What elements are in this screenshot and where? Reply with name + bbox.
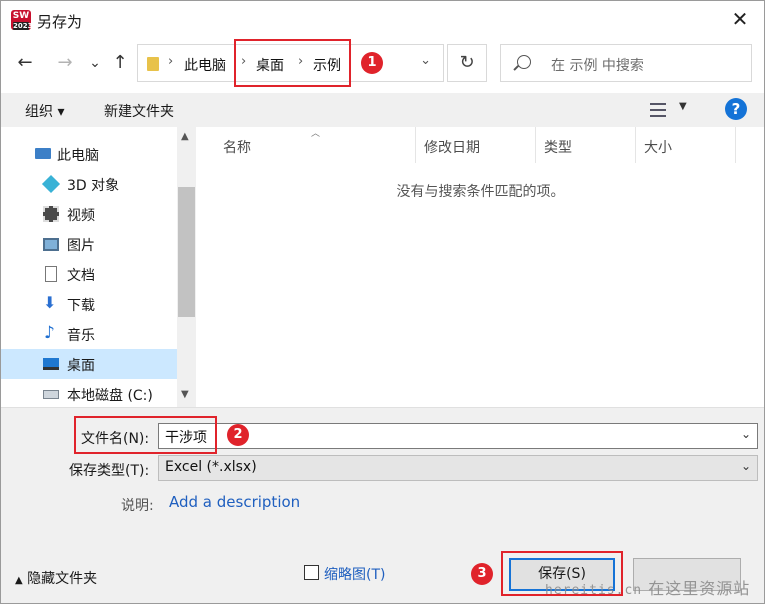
column-header-type[interactable]: 类型 bbox=[536, 127, 636, 163]
chevron-down-icon[interactable]: ⌄ bbox=[420, 53, 431, 68]
back-button[interactable]: ← bbox=[13, 51, 37, 75]
annotation-marker-1: 1 bbox=[361, 52, 383, 74]
thumbnail-label[interactable]: 缩略图(T) bbox=[324, 564, 385, 584]
drive-icon bbox=[43, 390, 59, 399]
sidebar-item-pictures[interactable]: 图片 bbox=[1, 229, 177, 259]
sidebar-item-label: 此电脑 bbox=[57, 148, 99, 164]
sidebar-item-label: 本地磁盘 (C:) bbox=[67, 388, 153, 404]
solidworks-logo-icon: SW 2023 bbox=[11, 10, 33, 30]
video-icon bbox=[43, 206, 59, 222]
thumbnail-checkbox[interactable] bbox=[304, 565, 319, 580]
column-label: 大小 bbox=[644, 140, 672, 156]
search-placeholder: 在 示例 中搜索 bbox=[551, 58, 644, 74]
scroll-up-icon[interactable]: ▲ bbox=[181, 131, 189, 142]
watermark: hereitis.cn 在这里资源站 bbox=[545, 579, 751, 598]
hide-folders-button[interactable]: ▲ 隐藏文件夹 bbox=[15, 568, 97, 588]
sidebar-item-documents[interactable]: 文档 bbox=[1, 259, 177, 289]
empty-message: 没有与搜索条件匹配的项。 bbox=[396, 184, 565, 200]
download-icon: ⬇ bbox=[43, 293, 57, 312]
breadcrumb-separator: › bbox=[168, 54, 174, 69]
file-list: ︿ 名称 修改日期 类型 大小 没有与搜索条件匹配的项。 bbox=[197, 127, 764, 407]
save-as-dialog: SW 2023 另存为 ✕ ← → ⌄ ↑ › 此电脑 › 桌面 › 示例 ⌄ ↻… bbox=[0, 0, 765, 604]
scrollbar-thumb[interactable] bbox=[178, 187, 195, 317]
sort-ascending-icon: ︿ bbox=[311, 129, 321, 139]
refresh-button[interactable]: ↻ bbox=[447, 44, 487, 82]
pc-icon bbox=[35, 148, 51, 159]
sidebar-scrollbar[interactable]: ▲ ▼ bbox=[177, 127, 196, 407]
view-options-icon[interactable] bbox=[650, 103, 666, 117]
annotation-box-path bbox=[234, 39, 351, 87]
sidebar-item-downloads[interactable]: ⬇ 下载 bbox=[1, 289, 177, 319]
sidebar-item-label: 视频 bbox=[67, 208, 95, 224]
chevron-down-icon[interactable]: ⌄ bbox=[741, 427, 751, 441]
sidebar-item-videos[interactable]: 视频 bbox=[1, 199, 177, 229]
column-header-modified[interactable]: 修改日期 bbox=[416, 127, 536, 163]
forward-button[interactable]: → bbox=[53, 51, 77, 75]
sidebar-item-label: 音乐 bbox=[67, 328, 95, 344]
sidebar-item-label: 文档 bbox=[67, 268, 95, 284]
annotation-box-filename bbox=[74, 416, 217, 454]
desktop-icon bbox=[43, 358, 59, 370]
add-description-link[interactable]: Add a description bbox=[169, 493, 300, 511]
document-icon bbox=[45, 266, 57, 282]
sidebar-item-local-disk[interactable]: 本地磁盘 (C:) bbox=[1, 379, 177, 409]
sidebar-item-label: 下载 bbox=[67, 298, 95, 314]
chevron-up-icon: ▲ bbox=[15, 575, 23, 586]
sidebar-item-label: 图片 bbox=[67, 238, 95, 254]
breadcrumb-this-pc[interactable]: 此电脑 bbox=[184, 55, 226, 75]
cube-icon bbox=[41, 174, 61, 194]
up-button[interactable]: ↑ bbox=[108, 51, 132, 75]
annotation-marker-2: 2 bbox=[227, 424, 249, 446]
column-header-name[interactable]: ︿ 名称 bbox=[197, 127, 416, 163]
filetype-value: Excel (*.xlsx) bbox=[165, 459, 257, 475]
filetype-select[interactable]: Excel (*.xlsx) ⌄ bbox=[158, 455, 758, 481]
chevron-down-icon[interactable]: ▼ bbox=[679, 101, 687, 112]
column-label: 名称 bbox=[223, 140, 251, 156]
window-title: 另存为 bbox=[37, 13, 83, 31]
folder-icon bbox=[147, 57, 159, 71]
close-button[interactable]: ✕ bbox=[730, 9, 750, 30]
search-icon bbox=[517, 55, 531, 69]
hide-folders-label: 隐藏文件夹 bbox=[27, 571, 98, 587]
column-label: 修改日期 bbox=[424, 140, 480, 156]
sidebar-item-label: 3D 对象 bbox=[67, 178, 120, 194]
chevron-down-icon[interactable]: ⌄ bbox=[741, 459, 751, 473]
sidebar-item-music[interactable]: ♪ 音乐 bbox=[1, 319, 177, 349]
recent-locations-button[interactable]: ⌄ bbox=[83, 51, 107, 75]
filetype-label: 保存类型(T): bbox=[69, 463, 150, 479]
new-folder-button[interactable]: 新建文件夹 bbox=[104, 101, 174, 121]
sidebar-item-desktop[interactable]: 桌面 bbox=[1, 349, 177, 379]
title-bar: SW 2023 另存为 ✕ bbox=[1, 1, 764, 39]
navigation-pane: 此电脑 3D 对象 视频 图片 文档 ⬇ 下载 ♪ 音乐 桌面 本地磁盘 (C:… bbox=[1, 127, 196, 407]
sidebar-item-3d-objects[interactable]: 3D 对象 bbox=[1, 169, 177, 199]
column-header-size[interactable]: 大小 bbox=[636, 127, 736, 163]
picture-icon bbox=[43, 238, 59, 251]
description-label: 说明: bbox=[121, 498, 154, 514]
sidebar-item-label: 桌面 bbox=[67, 358, 95, 374]
organize-menu[interactable]: 组织 ▾ bbox=[25, 101, 64, 121]
music-icon: ♪ bbox=[44, 323, 55, 343]
annotation-marker-3: 3 bbox=[471, 563, 493, 585]
column-label: 类型 bbox=[544, 140, 572, 156]
search-input[interactable]: 在 示例 中搜索 bbox=[500, 44, 752, 82]
scroll-down-icon[interactable]: ▼ bbox=[181, 389, 189, 400]
sidebar-item-this-pc[interactable]: 此电脑 bbox=[1, 139, 177, 169]
help-icon[interactable]: ? bbox=[725, 98, 747, 120]
command-toolbar: 组织 ▾ 新建文件夹 ▼ ? bbox=[1, 93, 764, 127]
